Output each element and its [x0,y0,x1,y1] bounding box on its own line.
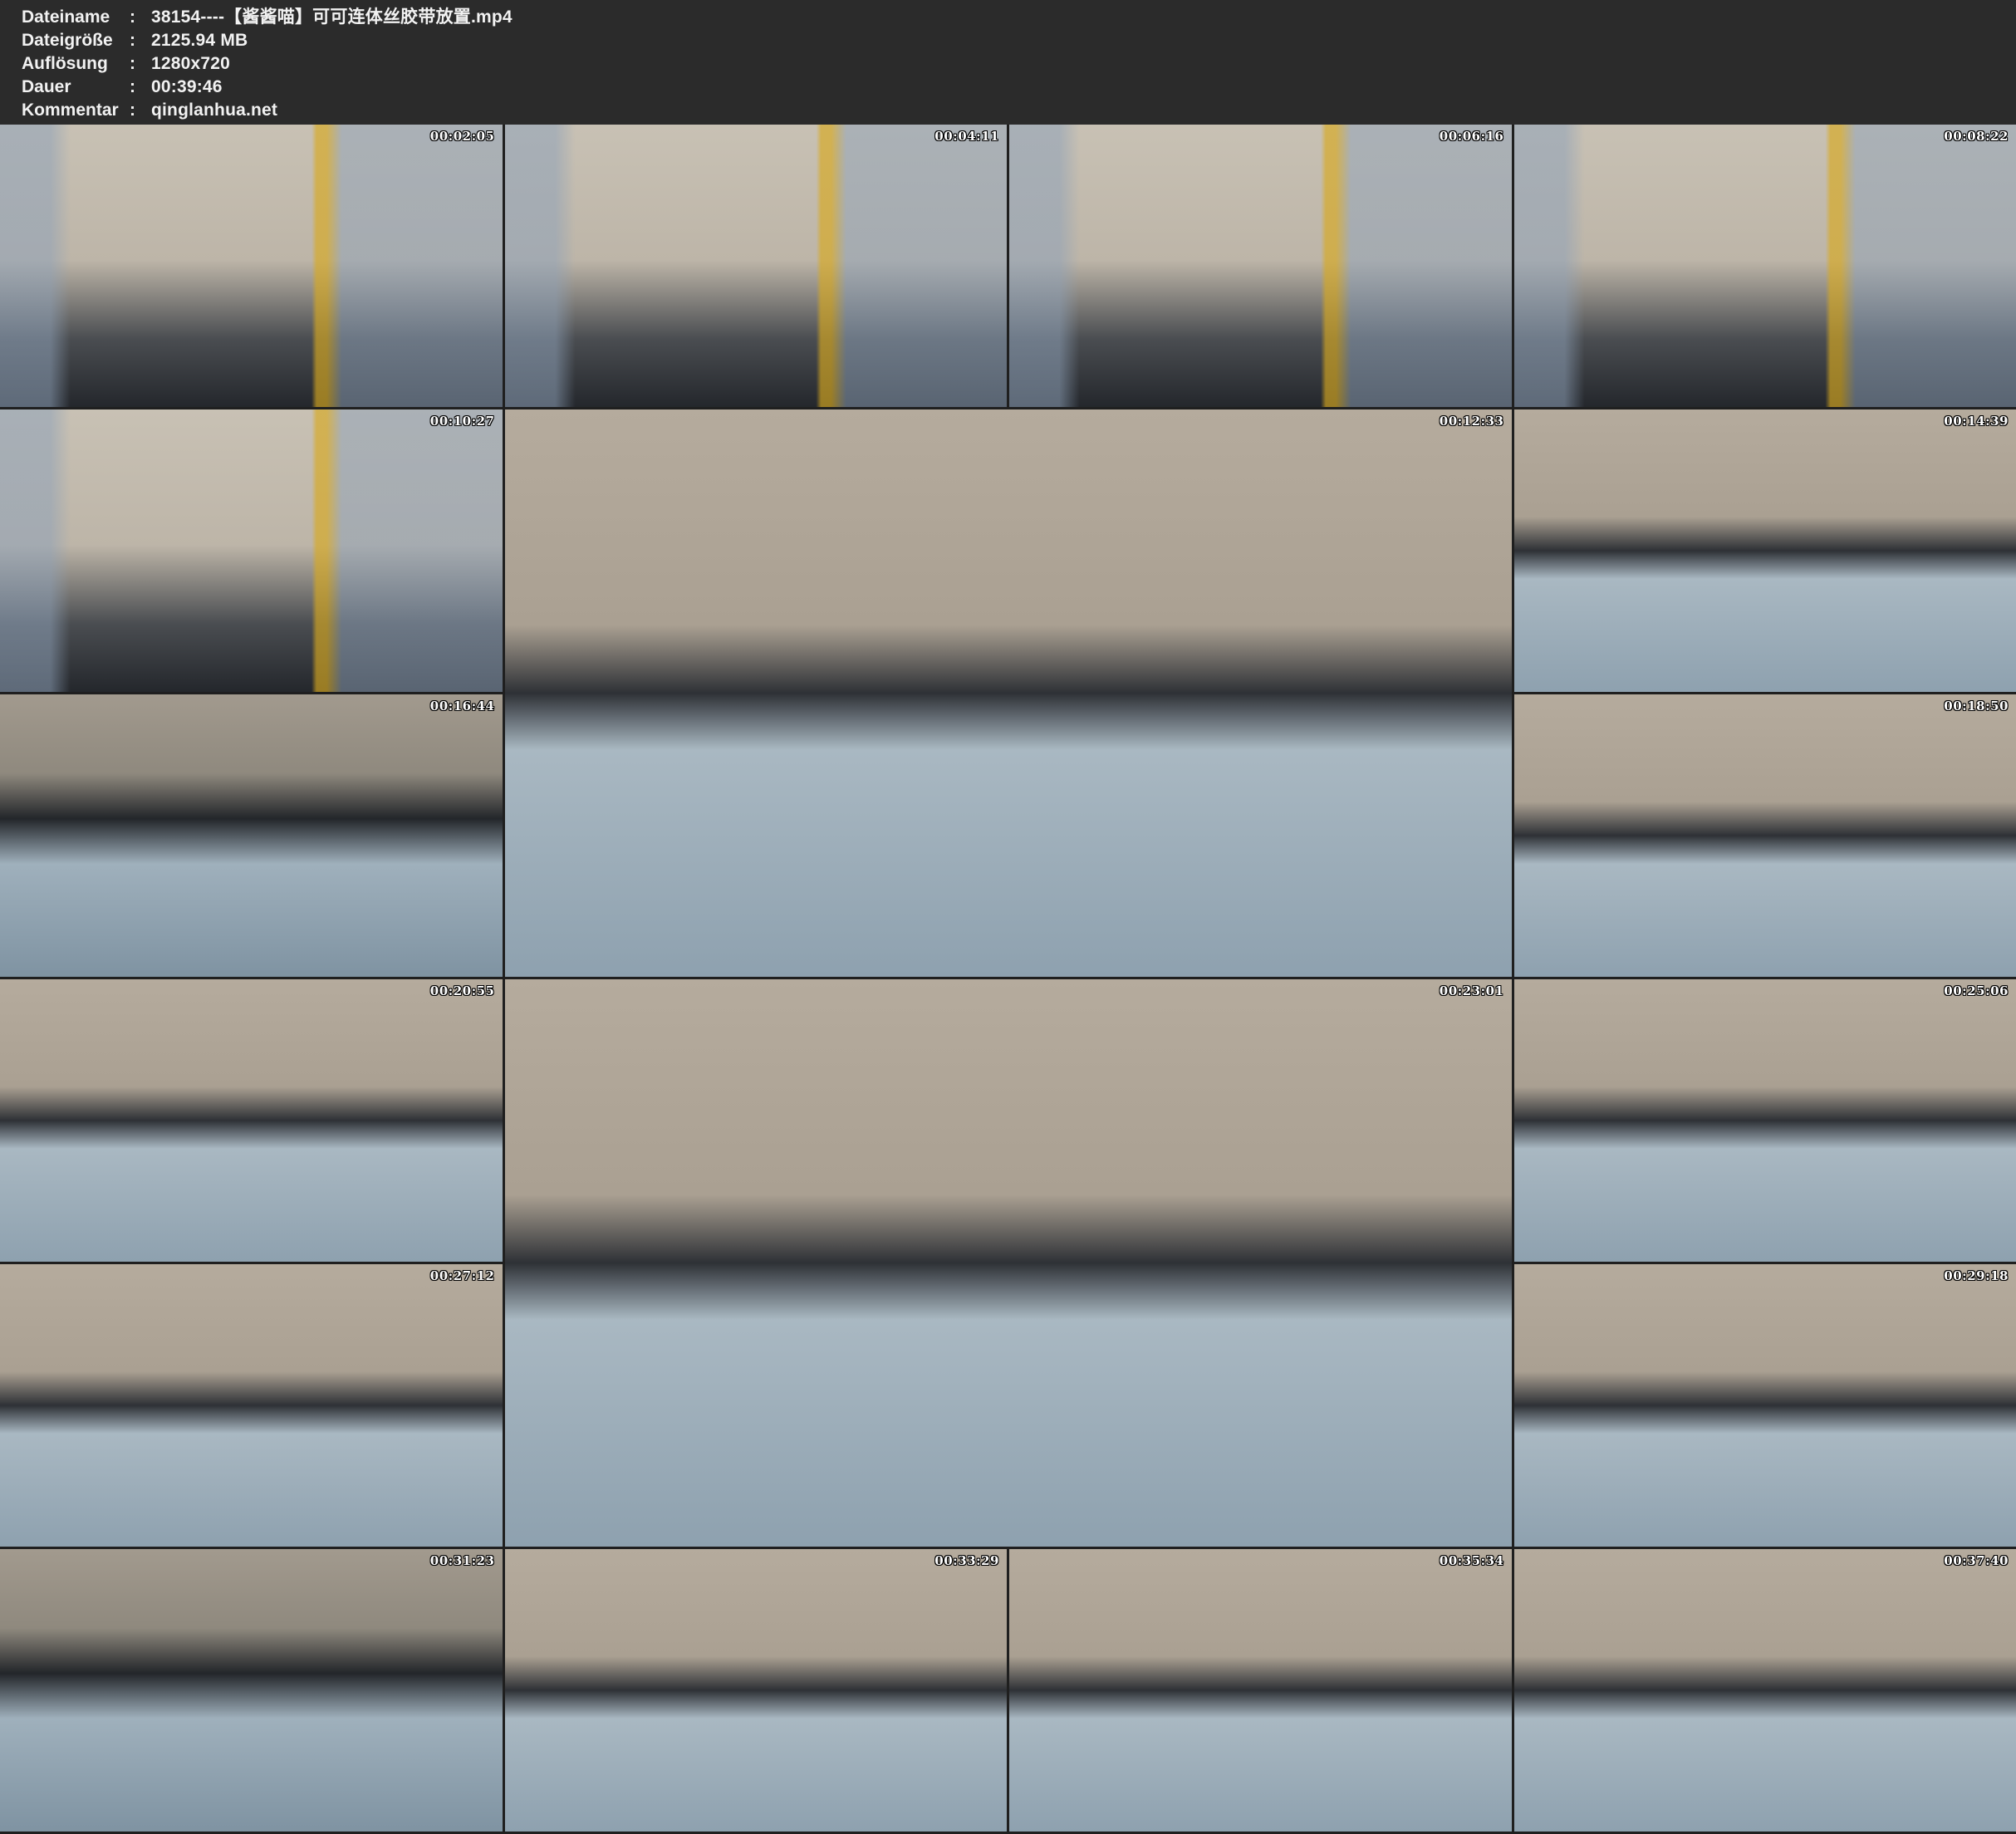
info-separator: : [130,29,151,52]
timestamp-badge: 00:37:40 [1944,1553,2009,1568]
timestamp-badge: 00:33:29 [934,1553,999,1568]
thumbnail-placeholder [1514,1264,2016,1547]
video-thumbnail: 00:14:39 [1514,409,2016,692]
thumbnail-placeholder [0,1549,503,1832]
timestamp-badge: 00:18:50 [1944,699,2009,713]
thumbnail-placeholder [0,125,503,407]
info-label: Dateigröße [22,29,130,52]
video-thumbnail: 00:29:18 [1514,1264,2016,1547]
thumbnail-placeholder [0,409,503,692]
video-thumbnail: 00:33:29 [505,1549,1008,1832]
info-separator: : [130,99,151,122]
video-thumbnail: 00:02:05 [0,125,503,407]
timestamp-badge: 00:02:05 [430,129,495,144]
info-separator: : [130,52,151,76]
video-thumbnail: 00:18:50 [1514,694,2016,977]
info-label: Dateiname [22,6,130,29]
timestamp-badge: 00:12:33 [1440,414,1504,429]
video-thumbnail: 00:08:22 [1514,125,2016,407]
info-row: Kommentar:qinglanhua.net [22,99,2016,122]
thumbnail-grid: 00:02:05 00:04:11 00:06:16 00:08:22 00:10:27… [0,125,2016,1834]
timestamp-badge: 00:20:55 [430,983,495,998]
video-thumbnail: 00:04:11 [505,125,1008,407]
thumbnail-placeholder [0,1264,503,1547]
contact-sheet: Dateiname:38154----【酱酱喵】可可连体丝胶带放置.mp4 Da… [0,0,2016,1832]
info-value: qinglanhua.net [151,101,277,120]
timestamp-badge: 00:08:22 [1944,129,2009,144]
info-value: 1280x720 [151,54,230,73]
info-value: 00:39:46 [151,77,223,96]
timestamp-badge: 00:25:06 [1944,983,2009,998]
info-label: Kommentar [22,99,130,122]
thumbnail-placeholder [1514,125,2016,407]
info-separator: : [130,6,151,29]
thumbnail-placeholder [505,1549,1008,1832]
video-thumbnail: 00:16:44 [0,694,503,977]
thumbnail-placeholder [0,694,503,977]
timestamp-badge: 00:14:39 [1944,414,2009,429]
info-value: 38154----【酱酱喵】可可连体丝胶带放置.mp4 [151,7,513,27]
thumbnail-placeholder [505,409,1512,977]
thumbnail-placeholder [505,979,1512,1547]
thumbnail-placeholder [1514,1549,2016,1832]
info-row: Dateigröße:2125.94 MB [22,29,2016,52]
thumbnail-placeholder [1009,1549,1512,1832]
thumbnail-placeholder [1514,694,2016,977]
thumbnail-placeholder [0,979,503,1262]
timestamp-badge: 00:29:18 [1944,1268,2009,1283]
timestamp-badge: 00:10:27 [430,414,495,429]
info-separator: : [130,76,151,99]
video-thumbnail: 00:27:12 [0,1264,503,1547]
timestamp-badge: 00:16:44 [430,699,495,713]
thumbnail-placeholder [1009,125,1512,407]
info-value: 2125.94 MB [151,31,248,50]
info-row: Dauer:00:39:46 [22,76,2016,99]
info-label: Dauer [22,76,130,99]
thumbnail-placeholder [505,125,1008,407]
video-thumbnail: 00:35:34 [1009,1549,1512,1832]
file-info-header: Dateiname:38154----【酱酱喵】可可连体丝胶带放置.mp4 Da… [0,0,2016,125]
video-thumbnail: 00:37:40 [1514,1549,2016,1832]
timestamp-badge: 00:27:12 [430,1268,495,1283]
timestamp-badge: 00:23:01 [1440,983,1504,998]
video-thumbnail: 00:12:33 [505,409,1512,977]
thumbnail-placeholder [1514,409,2016,692]
video-thumbnail: 00:31:23 [0,1549,503,1832]
timestamp-badge: 00:35:34 [1440,1553,1504,1568]
video-thumbnail: 00:25:06 [1514,979,2016,1262]
timestamp-badge: 00:31:23 [430,1553,495,1568]
thumbnail-placeholder [1514,979,2016,1262]
timestamp-badge: 00:06:16 [1440,129,1504,144]
video-thumbnail: 00:23:01 [505,979,1512,1547]
info-row: Dateiname:38154----【酱酱喵】可可连体丝胶带放置.mp4 [22,6,2016,29]
video-thumbnail: 00:10:27 [0,409,503,692]
timestamp-badge: 00:04:11 [934,129,999,144]
info-label: Auflösung [22,52,130,76]
video-thumbnail: 00:20:55 [0,979,503,1262]
video-thumbnail: 00:06:16 [1009,125,1512,407]
info-row: Auflösung:1280x720 [22,52,2016,76]
